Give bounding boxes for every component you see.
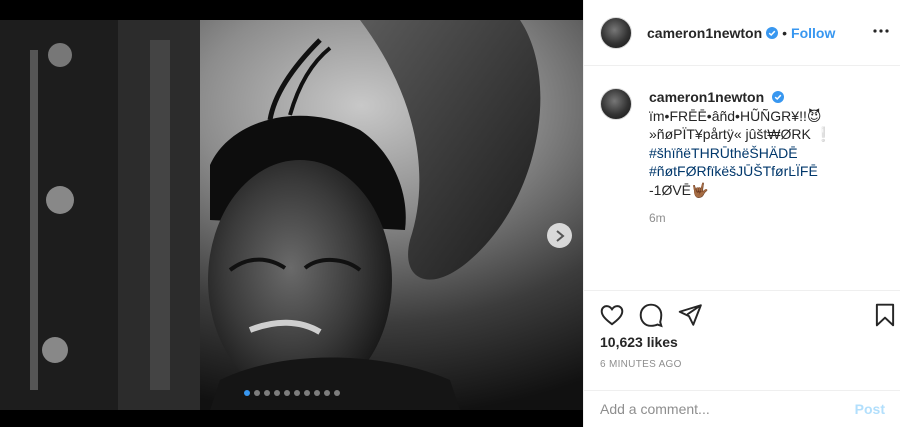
action-bar — [584, 290, 900, 338]
header-separator: • — [782, 24, 788, 41]
carousel-dot — [283, 390, 290, 396]
carousel-indicator — [0, 390, 583, 396]
post-photo[interactable] — [0, 20, 583, 410]
photo-illustration — [0, 20, 583, 410]
share-icon[interactable] — [677, 302, 703, 328]
caption-line: »ñøPÏT¥pårtÿ« jûšt₩ØRK ❕ — [649, 126, 833, 142]
header-username[interactable]: cameron1newton — [647, 25, 762, 41]
post-side-panel: cameron1newton • Follow cameron1newton ï… — [583, 0, 900, 427]
post-comment-button[interactable]: Post — [855, 401, 885, 417]
comment-bar: Post — [584, 390, 900, 427]
bookmark-icon[interactable] — [872, 302, 898, 328]
post-header: cameron1newton • Follow — [584, 0, 900, 66]
hashtag-link[interactable]: #ñøtFØRfïkëšJŪŠTførĿÏFĒ — [649, 162, 890, 181]
more-options-button[interactable] — [870, 20, 892, 42]
carousel-dot — [303, 390, 310, 396]
avatar[interactable] — [600, 16, 632, 49]
likes-count[interactable]: 10,623 likes — [600, 334, 678, 350]
carousel-dot — [293, 390, 300, 396]
ellipsis-icon — [873, 29, 889, 33]
verified-badge-icon — [772, 91, 785, 103]
next-image-button[interactable] — [547, 223, 572, 248]
verified-badge-icon — [766, 26, 779, 39]
follow-button[interactable]: Follow — [791, 25, 835, 41]
post-caption: cameron1newton ïm•FRĒĒ•âñd•HŨÑGR¥!!😈 »ñø… — [600, 88, 890, 228]
caption-line: -1ØVĒ🤟🏾 — [649, 181, 709, 198]
carousel-dot — [323, 390, 330, 396]
carousel-dot — [333, 390, 340, 396]
carousel-dot — [253, 390, 260, 396]
comment-icon[interactable] — [638, 302, 664, 328]
caption-username[interactable]: cameron1newton — [649, 89, 764, 105]
carousel-dot — [313, 390, 320, 396]
caption-timestamp: 6m — [649, 211, 666, 225]
hashtag-link[interactable]: #šhïñëTHRŪthëŠHÄDĒ — [649, 144, 890, 163]
caption-line: ïm•FRĒĒ•âñd•HŨÑGR¥!!😈 — [649, 107, 822, 124]
chevron-right-icon — [555, 229, 565, 242]
post-timestamp: 6 MINUTES AGO — [600, 359, 682, 370]
comment-input[interactable] — [600, 401, 855, 417]
carousel-dot — [243, 390, 250, 396]
caption-avatar[interactable] — [600, 88, 632, 120]
instagram-post-modal: cameron1newton • Follow cameron1newton ï… — [0, 0, 900, 427]
caption-body: cameron1newton ïm•FRĒĒ•âñd•HŨÑGR¥!!😈 »ñø… — [649, 88, 890, 228]
heart-icon[interactable] — [599, 302, 625, 328]
carousel-dot — [273, 390, 280, 396]
carousel-dot — [263, 390, 270, 396]
